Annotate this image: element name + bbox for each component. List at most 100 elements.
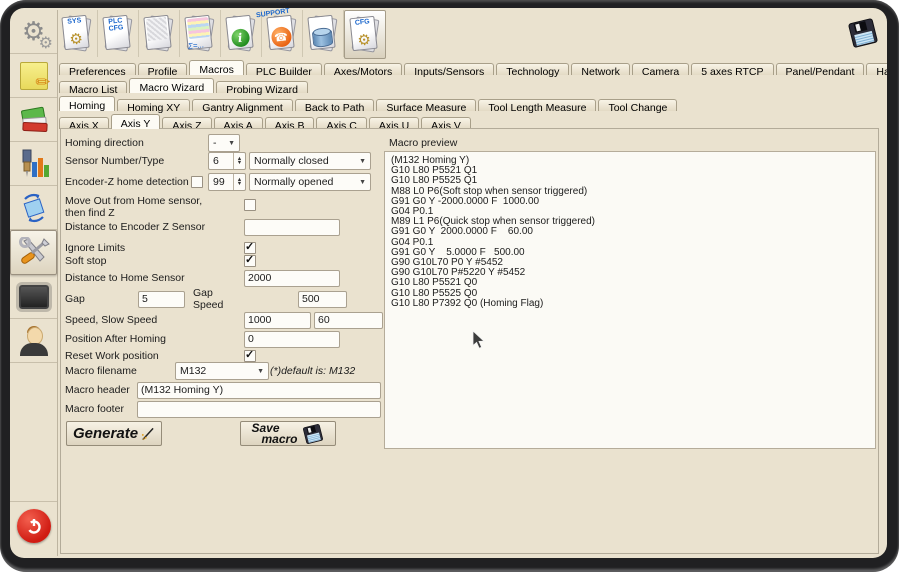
toolbar-variables-button[interactable]: Σ=... xyxy=(180,10,221,57)
tab-axes-motors[interactable]: Axes/Motors xyxy=(324,63,402,75)
tab-back-to-path[interactable]: Back to Path xyxy=(295,99,375,111)
sidebar-item-config[interactable] xyxy=(10,230,57,275)
phone-icon: ☎ xyxy=(270,25,292,47)
toolbar-screen-button[interactable] xyxy=(139,10,180,57)
homing-direction-select[interactable]: -▼ xyxy=(208,134,240,152)
chevron-down-icon: ▼ xyxy=(353,158,366,165)
spinner-arrows-icon[interactable]: ▲▼ xyxy=(233,153,245,169)
plc-doc-icon: PLC CFG xyxy=(104,16,132,52)
info-icon: i xyxy=(230,28,250,48)
dist-home-input[interactable] xyxy=(244,270,340,287)
sidebar-item-stats[interactable] xyxy=(10,142,57,186)
tab-axis-y[interactable]: Axis Y xyxy=(111,114,161,129)
chevron-down-icon: ▼ xyxy=(353,179,366,186)
encoder-z-type-select[interactable]: Normally opened▼ xyxy=(249,173,371,191)
reset-work-checkbox[interactable] xyxy=(244,350,256,362)
macro-filename-label: Macro filename xyxy=(65,365,137,377)
database-icon xyxy=(311,27,333,47)
tab-tool-length-measure[interactable]: Tool Length Measure xyxy=(478,99,596,111)
sidebar: ⚙ ⚙ ✏ xyxy=(10,10,58,556)
soft-stop-label: Soft stop xyxy=(65,255,106,267)
tab-network[interactable]: Network xyxy=(571,63,630,75)
dist-home-label: Distance to Home Sensor xyxy=(65,272,185,284)
sidebar-item-docs[interactable] xyxy=(10,98,57,142)
toolbar-support-button[interactable]: ☎ SUPPORT xyxy=(262,10,303,57)
gears-icon-small: ⚙ xyxy=(39,35,53,51)
info-doc-icon: i xyxy=(227,16,255,52)
toolbar-database-button[interactable] xyxy=(303,10,344,57)
tab-macro-wizard[interactable]: Macro Wizard xyxy=(129,78,214,93)
gap-input[interactable] xyxy=(138,291,185,308)
position-after-input[interactable] xyxy=(244,331,340,348)
move-out-checkbox[interactable] xyxy=(244,199,256,211)
encoder-z-label: Encoder-Z home detection xyxy=(65,176,189,188)
grid-doc-icon xyxy=(145,16,173,52)
sidebar-item-settings[interactable]: ⚙ ⚙ xyxy=(10,10,57,54)
move-out-label: Move Out from Home sensor, then find Z xyxy=(65,196,225,219)
sidebar-item-notes[interactable]: ✏ xyxy=(10,54,57,98)
tab-macros[interactable]: Macros xyxy=(189,60,243,75)
sensor-type-select[interactable]: Normally closed▼ xyxy=(249,152,371,170)
toolbar-sys-button[interactable]: SYS ⚙ xyxy=(57,10,98,57)
tab-macro-list[interactable]: Macro List xyxy=(59,81,127,93)
screenshot-root: ⚙ ⚙ ✏ xyxy=(0,0,899,572)
gap-speed-input[interactable] xyxy=(298,291,347,308)
macro-footer-input[interactable] xyxy=(137,401,381,418)
main-tab-bar: PreferencesProfileMacrosPLC BuilderAxes/… xyxy=(59,57,885,75)
generate-button[interactable]: Generate xyxy=(66,421,162,446)
tab-hardware[interactable]: Hardware xyxy=(866,63,887,75)
tab-5-axes-rtcp[interactable]: 5 axes RTCP xyxy=(691,63,773,75)
macro-preview-box[interactable]: (M132 Homing Y) G10 L80 P5521 Q1 G10 L80… xyxy=(384,151,876,449)
sidebar-item-hardware[interactable] xyxy=(10,275,57,319)
tab-camera[interactable]: Camera xyxy=(632,63,689,75)
macro-footer-label: Macro footer xyxy=(65,403,124,415)
power-icon xyxy=(17,509,51,543)
books-icon xyxy=(19,106,49,134)
homing-axis-y-panel: Homing direction -▼ Sensor Number/Type 6… xyxy=(60,128,879,554)
encoder-z-spinner[interactable]: 99 ▲▼ xyxy=(208,173,246,191)
encoder-z-checkbox[interactable] xyxy=(191,176,203,188)
sigma-doc-icon: Σ=... xyxy=(186,16,214,52)
axis-tab-bar: Axis XAxis YAxis ZAxis AAxis BAxis CAxis… xyxy=(59,111,885,129)
support-phone-doc-icon: ☎ xyxy=(268,16,296,52)
tab-tool-change[interactable]: Tool Change xyxy=(598,99,677,111)
window-frame: ⚙ ⚙ ✏ xyxy=(0,0,899,572)
drill-chart-icon xyxy=(19,149,49,179)
tab-homing[interactable]: Homing xyxy=(59,96,115,111)
tab-profile[interactable]: Profile xyxy=(138,63,188,75)
macro-header-input[interactable] xyxy=(137,382,381,399)
sidebar-item-update[interactable] xyxy=(10,186,57,230)
spinner-arrows-icon[interactable]: ▲▼ xyxy=(233,174,245,190)
toolbar-plc-cfg-button[interactable]: PLC CFG xyxy=(98,10,139,57)
tab-bars: PreferencesProfileMacrosPLC BuilderAxes/… xyxy=(59,57,885,129)
tab-probing-wizard[interactable]: Probing Wizard xyxy=(216,81,308,93)
rotate-sync-icon xyxy=(19,193,49,223)
cfg-gear-doc-icon: CFG ⚙ xyxy=(351,17,379,53)
tab-gantry-alignment[interactable]: Gantry Alignment xyxy=(192,99,293,111)
save-macro-button[interactable]: Save macro xyxy=(240,421,336,446)
toolbar-cfg-button[interactable]: CFG ⚙ xyxy=(344,10,386,59)
dist-encoder-z-label: Distance to Encoder Z Sensor xyxy=(65,221,205,233)
tab-plc-builder[interactable]: PLC Builder xyxy=(246,63,322,75)
dist-encoder-z-input[interactable] xyxy=(244,219,340,236)
tab-preferences[interactable]: Preferences xyxy=(59,63,136,75)
tab-homing-xy[interactable]: Homing XY xyxy=(117,99,190,111)
sensor-number-spinner[interactable]: 6 ▲▼ xyxy=(208,152,246,170)
pencil-draw-icon xyxy=(140,426,155,442)
mouse-cursor xyxy=(472,330,486,350)
tab-panel-pendant[interactable]: Panel/Pendant xyxy=(776,63,865,75)
toolbar-save-button[interactable] xyxy=(841,10,885,55)
sidebar-item-user[interactable] xyxy=(10,319,57,363)
tab-surface-measure[interactable]: Surface Measure xyxy=(376,99,476,111)
soft-stop-checkbox[interactable] xyxy=(244,255,256,267)
app-window: ⚙ ⚙ ✏ xyxy=(10,8,887,558)
sidebar-item-power[interactable] xyxy=(10,501,57,550)
sticky-note-pencil-icon: ✏ xyxy=(20,62,48,90)
tab-technology[interactable]: Technology xyxy=(496,63,569,75)
gap-label: Gap xyxy=(65,293,85,305)
slow-speed-input[interactable] xyxy=(314,312,383,329)
macro-filename-combo[interactable]: M132▼ xyxy=(175,362,269,380)
tab-inputs-sensors[interactable]: Inputs/Sensors xyxy=(404,63,494,75)
floppy-save-icon xyxy=(301,423,325,445)
speed-input[interactable] xyxy=(244,312,311,329)
